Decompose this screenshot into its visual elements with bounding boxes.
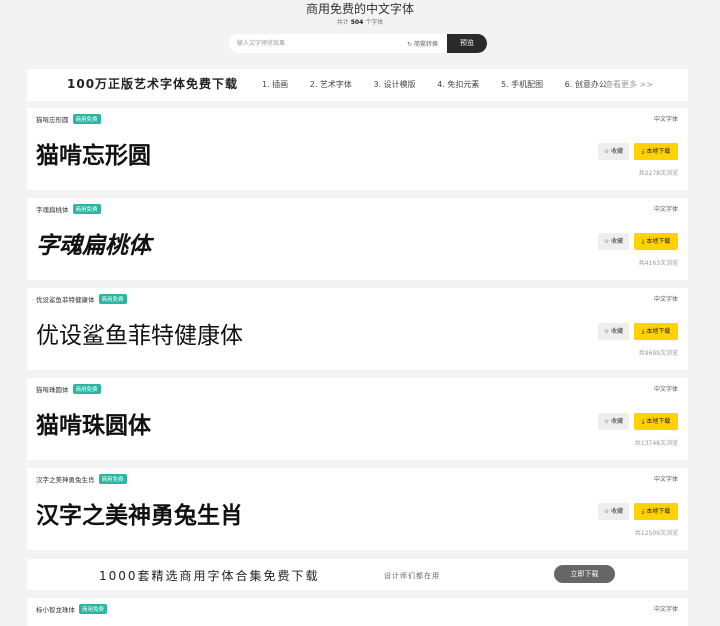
star-icon: ☆ <box>603 508 610 515</box>
free-commercial-badge: 商用免费 <box>98 474 127 484</box>
page-title: 商用免费的中文字体 <box>305 2 414 16</box>
nav-item-art-font[interactable]: 2. 艺术字体 <box>310 80 352 89</box>
download-icon: ⤓ <box>641 508 645 515</box>
star-icon: ☆ <box>603 418 610 425</box>
font-card: 猫啃珠圆体 商用免费 中文字体 猫啃珠圆体 ☆ 收藏 ⤓ 本地下载 共13748次… <box>27 378 688 460</box>
font-card: 优设鲨鱼菲特健康体 商用免费 中文字体 优设鲨鱼菲特健康体 ☆ 收藏 ⤓ 本地下载… <box>27 288 688 370</box>
font-sample[interactable]: 汉字之美神勇兔生肖 <box>36 496 243 530</box>
favorite-button[interactable]: ☆ 收藏 <box>598 323 629 340</box>
font-card: 猫啃忘形圆 商用免费 中文字体 猫啃忘形圆 ☆ 收藏 ⤓ 本地下载 共2278次浏… <box>27 108 688 190</box>
font-name[interactable]: 猫啃忘形圆 <box>36 116 69 124</box>
star-icon: ☆ <box>603 148 610 155</box>
favorite-label: 收藏 <box>611 418 624 425</box>
download-now-button[interactable]: 立即下载 <box>554 565 615 583</box>
view-more-link[interactable]: 查看更多 >> <box>605 79 653 90</box>
download-button[interactable]: ⤓ 本地下载 <box>634 323 678 340</box>
font-sample[interactable]: 猫啃珠圆体 <box>36 406 151 440</box>
favorite-label: 收藏 <box>611 328 624 335</box>
category-nav: 1. 插画 2. 艺术字体 3. 设计模版 4. 免扣元素 5. 手机配图 6.… <box>262 79 626 90</box>
font-sample[interactable]: 优设鲨鱼菲特健康体 <box>36 316 243 350</box>
promo-subtitle: 设计师们都在用 <box>384 572 440 580</box>
free-commercial-badge: 商用免费 <box>79 604 108 614</box>
download-label: 本地下载 <box>646 148 671 155</box>
free-commercial-badge: 商用免费 <box>72 114 101 124</box>
simplified-traditional-toggle[interactable]: ↻ 简繁转换 <box>407 39 438 48</box>
download-label: 本地下载 <box>646 328 671 335</box>
star-icon: ☆ <box>603 238 610 245</box>
font-card: 字魂扁桃体 商用免费 中文字体 字魂扁桃体 ☆ 收藏 ⤓ 本地下载 共4163次浏… <box>27 198 688 280</box>
view-count: 共2278次浏览 <box>638 170 678 177</box>
star-icon: ☆ <box>603 328 610 335</box>
download-icon: ⤓ <box>641 238 645 245</box>
convert-icon: ↻ <box>407 41 413 48</box>
download-label: 本地下载 <box>646 238 671 245</box>
download-button[interactable]: ⤓ 本地下载 <box>634 143 678 160</box>
free-commercial-badge: 商用免费 <box>98 294 127 304</box>
font-card: 标小智龙珠体 商用免费 中文字体 <box>27 598 688 626</box>
count-value: 504 <box>350 19 364 26</box>
free-commercial-badge: 商用免费 <box>72 204 101 214</box>
nav-item-office[interactable]: 6. 创意办公 <box>565 80 607 89</box>
nav-item-png-elements[interactable]: 4. 免扣元素 <box>437 80 479 89</box>
font-category: 中文字体 <box>653 386 678 393</box>
font-name[interactable]: 标小智龙珠体 <box>36 606 75 614</box>
view-count: 共4163次浏览 <box>638 260 678 267</box>
font-name[interactable]: 优设鲨鱼菲特健康体 <box>36 296 95 304</box>
font-name[interactable]: 猫啃珠圆体 <box>36 386 69 394</box>
toggle-label: 简繁转换 <box>414 41 439 48</box>
font-category: 中文字体 <box>653 116 678 123</box>
font-name[interactable]: 字魂扁桃体 <box>36 206 69 214</box>
download-icon: ⤓ <box>641 328 645 335</box>
download-button[interactable]: ⤓ 本地下载 <box>634 503 678 520</box>
favorite-label: 收藏 <box>611 148 624 155</box>
free-commercial-badge: 商用免费 <box>72 384 101 394</box>
font-category: 中文字体 <box>653 476 678 483</box>
favorite-button[interactable]: ☆ 收藏 <box>598 233 629 250</box>
preview-text-input[interactable] <box>237 37 397 50</box>
nav-item-phone-images[interactable]: 5. 手机配图 <box>501 80 543 89</box>
download-button[interactable]: ⤓ 本地下载 <box>634 233 678 250</box>
view-count: 共9699次浏览 <box>638 350 678 357</box>
download-label: 本地下载 <box>646 508 671 515</box>
font-card: 汉字之美神勇兔生肖 商用免费 中文字体 汉字之美神勇兔生肖 ☆ 收藏 ⤓ 本地下载… <box>27 468 688 550</box>
font-count: 共计 504 个字体 <box>0 17 720 26</box>
download-icon: ⤓ <box>641 418 645 425</box>
font-name[interactable]: 汉字之美神勇兔生肖 <box>36 476 95 484</box>
favorite-label: 收藏 <box>611 508 624 515</box>
search-bar: ↻简繁转换 预览 <box>229 34 487 53</box>
favorite-button[interactable]: ☆ 收藏 <box>598 143 629 160</box>
font-sample[interactable]: 猫啃忘形圆 <box>36 136 151 170</box>
font-sample[interactable]: 字魂扁桃体 <box>36 226 151 260</box>
download-label: 本地下载 <box>646 418 671 425</box>
favorite-label: 收藏 <box>611 238 624 245</box>
nav-item-design-template[interactable]: 3. 设计模版 <box>373 80 415 89</box>
download-icon: ⤓ <box>641 148 645 155</box>
promo-headline[interactable]: 1000套精选商用字体合集免费下载 <box>99 567 320 584</box>
favorite-button[interactable]: ☆ 收藏 <box>598 413 629 430</box>
promo-banner-bottom: 1000套精选商用字体合集免费下载 设计师们都在用 立即下载 <box>27 559 688 590</box>
font-category: 中文字体 <box>653 606 678 613</box>
favorite-button[interactable]: ☆ 收藏 <box>598 503 629 520</box>
preview-button[interactable]: 预览 <box>447 34 487 53</box>
view-count: 共12509次浏览 <box>634 530 678 537</box>
font-category: 中文字体 <box>653 296 678 303</box>
view-count: 共13748次浏览 <box>634 440 678 447</box>
promo-headline[interactable]: 100万正版艺术字体免费下载 <box>67 75 238 92</box>
count-suffix: 个字体 <box>365 19 384 26</box>
nav-item-illustration[interactable]: 1. 插画 <box>262 80 288 89</box>
count-prefix: 共计 <box>336 19 349 26</box>
promo-banner-top: 100万正版艺术字体免费下载 1. 插画 2. 艺术字体 3. 设计模版 4. … <box>27 69 688 101</box>
download-button[interactable]: ⤓ 本地下载 <box>634 413 678 430</box>
font-category: 中文字体 <box>653 206 678 213</box>
